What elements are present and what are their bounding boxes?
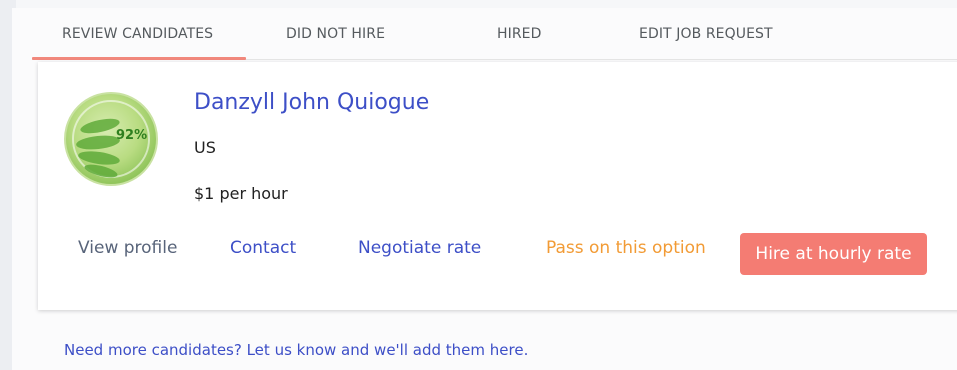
negotiate-rate-link[interactable]: Negotiate rate — [358, 238, 481, 258]
candidate-card: 92% Danzyll John Quiogue US $1 per hour … — [38, 62, 957, 310]
avatar: 92% — [64, 92, 158, 186]
candidate-name[interactable]: Danzyll John Quiogue — [194, 90, 429, 115]
contact-link[interactable]: Contact — [230, 238, 296, 258]
tab-edit-job-request[interactable]: EDIT JOB REQUEST — [639, 26, 773, 42]
tab-hired[interactable]: HIRED — [497, 26, 542, 42]
tab-did-not-hire[interactable]: DID NOT HIRE — [286, 26, 385, 42]
avatar-label: 92% — [116, 128, 148, 143]
tab-bar: REVIEW CANDIDATES DID NOT HIRE HIRED EDI… — [32, 8, 957, 60]
request-more-candidates-link[interactable]: Need more candidates? Let us know and we… — [64, 341, 528, 359]
candidate-rate: $1 per hour — [194, 184, 288, 203]
view-profile-link[interactable]: View profile — [78, 238, 177, 258]
hire-button[interactable]: Hire at hourly rate — [740, 233, 927, 275]
pass-option-link[interactable]: Pass on this option — [546, 238, 706, 258]
active-tab-indicator — [32, 57, 246, 60]
tab-review-candidates[interactable]: REVIEW CANDIDATES — [62, 26, 213, 42]
candidate-country: US — [194, 138, 216, 157]
